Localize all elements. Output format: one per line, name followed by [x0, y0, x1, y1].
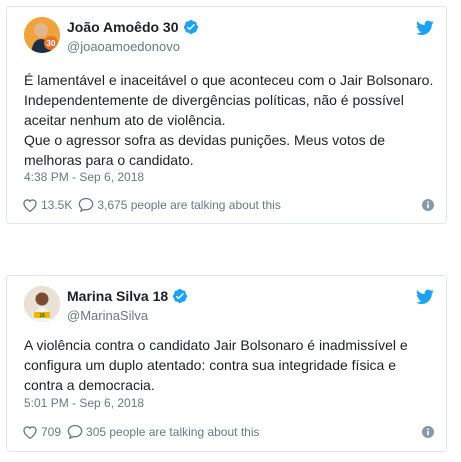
- like-button[interactable]: 709: [22, 425, 61, 439]
- talking-link[interactable]: 3,675 people are talking about this: [78, 197, 281, 212]
- tweet-actions: 709 305 people are talking about this: [22, 424, 434, 439]
- tweet-timestamp[interactable]: 5:01 PM - Sep 6, 2018: [24, 396, 144, 410]
- tweet-text: A violência contra o candidato Jair Bols…: [24, 335, 434, 395]
- tweet-card-joao[interactable]: 30 João Amoêdo 30 @joaoamoedonovo É lame…: [6, 6, 447, 224]
- svg-text:18: 18: [39, 313, 45, 319]
- svg-text:30: 30: [47, 39, 56, 48]
- avatar[interactable]: 30: [24, 17, 60, 53]
- like-button[interactable]: 13.5K: [22, 198, 72, 212]
- heart-icon: [23, 198, 37, 212]
- author-name[interactable]: João Amoêdo 30: [67, 19, 179, 35]
- author-name[interactable]: Marina Silva 18: [67, 288, 168, 304]
- author-name-row: Marina Silva 18: [67, 288, 188, 304]
- info-icon[interactable]: [422, 199, 434, 211]
- tweet-paragraph: A violência contra o candidato Jair Bols…: [24, 337, 408, 393]
- talking-text: 305 people are talking about this: [86, 424, 260, 439]
- tweet-paragraph: É lamentável e inaceitável o que acontec…: [24, 72, 434, 128]
- author-name-row: João Amoêdo 30: [67, 19, 199, 35]
- author-handle[interactable]: @MarinaSilva: [67, 308, 148, 323]
- verified-badge-icon: [172, 288, 188, 304]
- tweet-actions: 13.5K 3,675 people are talking about thi…: [22, 197, 434, 212]
- author-handle[interactable]: @joaoamoedonovo: [67, 39, 180, 54]
- talking-link[interactable]: 305 people are talking about this: [67, 424, 260, 439]
- like-count: 13.5K: [41, 197, 73, 212]
- heart-icon: [23, 425, 37, 439]
- twitter-bird-icon[interactable]: [416, 289, 434, 305]
- speech-bubble-icon: [67, 424, 83, 439]
- speech-bubble-icon: [79, 197, 94, 212]
- twitter-bird-icon[interactable]: [416, 20, 434, 36]
- talking-text: 3,675 people are talking about this: [97, 197, 281, 212]
- like-count: 709: [41, 424, 62, 439]
- tweet-paragraph: Que o agressor sofra as devidas punições…: [24, 132, 386, 168]
- tweet-text: É lamentável e inaceitável o que acontec…: [24, 70, 434, 170]
- verified-badge-icon: [183, 19, 199, 35]
- tweet-timestamp[interactable]: 4:38 PM - Sep 6, 2018: [24, 170, 144, 184]
- avatar[interactable]: 18: [24, 286, 60, 322]
- tweet-card-marina[interactable]: 18 Marina Silva 18 @MarinaSilva A violên…: [6, 275, 447, 452]
- info-icon[interactable]: [422, 426, 434, 438]
